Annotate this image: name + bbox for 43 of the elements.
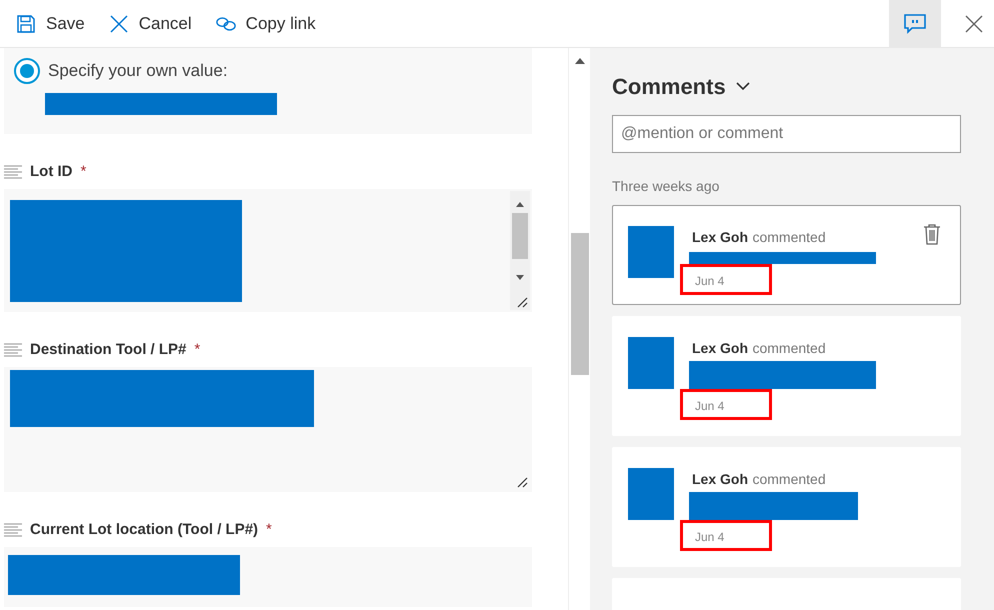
text-area[interactable] — [4, 547, 532, 607]
resize-grip-icon[interactable] — [516, 296, 528, 308]
text-field-icon — [4, 523, 22, 537]
panel-title: Comments — [612, 73, 726, 101]
comment-card[interactable]: Lex Goh commented Jun 4 — [612, 316, 961, 436]
resize-grip-icon[interactable] — [516, 476, 528, 488]
toolbar-button[interactable]: Save — [16, 10, 85, 36]
option-label: Specify your own value: — [48, 60, 228, 82]
comment-heading: Lex Goh commented — [692, 228, 827, 247]
save-icon — [16, 14, 36, 34]
field-label: Lot ID — [30, 162, 72, 182]
comment-card[interactable]: Lex Goh commented Jun 4 — [612, 205, 961, 305]
redaction-block — [628, 337, 674, 389]
field-label: Current Lot location (Tool / LP#) — [30, 520, 258, 540]
text-area[interactable] — [4, 189, 532, 312]
field-label: Destination Tool / LP# — [30, 340, 186, 360]
comment-card[interactable]: Lex Goh commented Jun 4 — [612, 447, 961, 567]
comment-icon — [904, 14, 926, 34]
comment-heading: Lex Goh commented — [692, 470, 827, 489]
comment-date: Jun 4 — [694, 529, 724, 544]
text-field-icon — [4, 165, 22, 179]
redaction-block — [628, 226, 674, 278]
group-label: Three weeks ago — [612, 177, 720, 196]
close-icon — [108, 14, 129, 34]
comments-toggle-button[interactable] — [889, 0, 941, 48]
comment-date: Jun 4 — [694, 398, 724, 413]
comment-field[interactable]: @mention or comment — [612, 115, 961, 153]
chevron-down-icon[interactable] — [736, 82, 750, 91]
scrollbar[interactable] — [568, 48, 590, 610]
comment-date: Jun 4 — [694, 273, 724, 288]
toolbar-button[interactable]: Copy link — [216, 10, 316, 36]
toolbar-button[interactable]: Cancel — [108, 10, 192, 36]
delete-icon[interactable] — [922, 223, 942, 245]
required-mark: * — [80, 162, 86, 182]
comment-heading: Lex Goh commented — [692, 339, 827, 358]
required-mark: * — [194, 340, 200, 360]
radio-button[interactable] — [14, 58, 40, 84]
text-area[interactable] — [4, 367, 532, 492]
redaction-block — [628, 468, 674, 520]
required-mark: * — [266, 520, 272, 540]
text-field-icon — [4, 343, 22, 357]
scrollbar[interactable] — [510, 191, 530, 310]
close-icon — [965, 14, 983, 32]
